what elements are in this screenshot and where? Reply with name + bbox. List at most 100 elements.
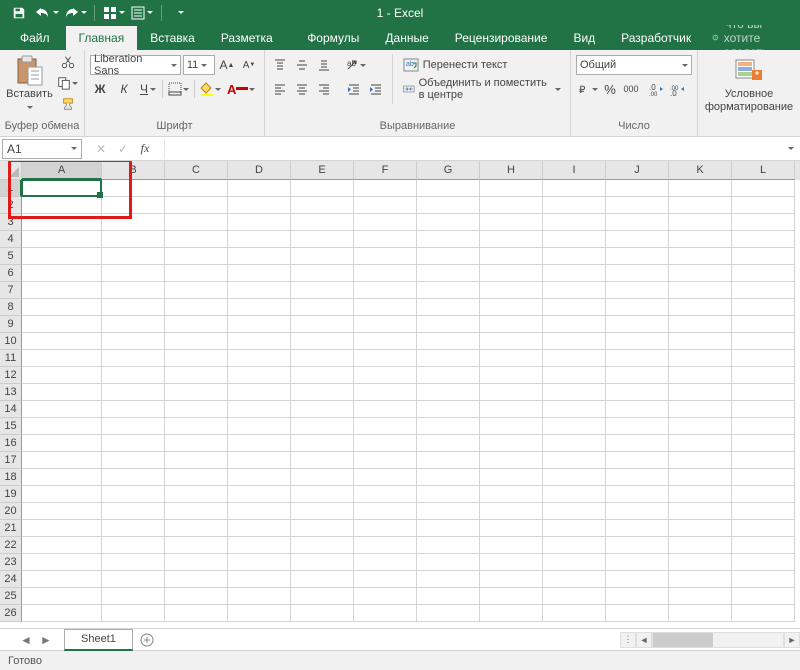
tab-formulas[interactable]: Формулы: [294, 26, 372, 50]
row-header[interactable]: 1: [0, 180, 22, 197]
qat-btn-1[interactable]: [101, 2, 127, 24]
cell[interactable]: [165, 588, 228, 605]
cell[interactable]: [228, 265, 291, 282]
cell[interactable]: [354, 435, 417, 452]
cell[interactable]: [354, 588, 417, 605]
cell[interactable]: [669, 486, 732, 503]
cell[interactable]: [543, 537, 606, 554]
select-all-corner[interactable]: [0, 161, 22, 180]
cell[interactable]: [102, 435, 165, 452]
cell[interactable]: [354, 299, 417, 316]
borders-button[interactable]: [167, 79, 190, 99]
cell[interactable]: [228, 248, 291, 265]
cell[interactable]: [291, 384, 354, 401]
qat-btn-2[interactable]: [129, 2, 155, 24]
cell[interactable]: [228, 520, 291, 537]
cell[interactable]: [291, 469, 354, 486]
fill-color-button[interactable]: [199, 79, 222, 99]
cell[interactable]: [102, 384, 165, 401]
column-header[interactable]: H: [480, 161, 543, 180]
cell[interactable]: [228, 571, 291, 588]
cell[interactable]: [291, 588, 354, 605]
cell[interactable]: [228, 486, 291, 503]
row-header[interactable]: 23: [0, 554, 22, 571]
cell[interactable]: [543, 248, 606, 265]
cell[interactable]: [669, 469, 732, 486]
cell[interactable]: [606, 282, 669, 299]
insert-function-button[interactable]: fx: [134, 139, 156, 159]
cell[interactable]: [417, 299, 480, 316]
cell[interactable]: [291, 214, 354, 231]
tab-home[interactable]: Главная: [66, 26, 138, 50]
decrease-decimal-button[interactable]: .00.0: [668, 79, 688, 99]
cell[interactable]: [165, 282, 228, 299]
font-size-combo[interactable]: 11: [183, 55, 215, 75]
cell[interactable]: [669, 231, 732, 248]
cell[interactable]: [732, 554, 795, 571]
tab-review[interactable]: Рецензирование: [442, 26, 561, 50]
cell[interactable]: [291, 486, 354, 503]
cell[interactable]: [228, 435, 291, 452]
cell[interactable]: [22, 554, 102, 571]
cell[interactable]: [22, 299, 102, 316]
cell[interactable]: [165, 248, 228, 265]
cell[interactable]: [480, 435, 543, 452]
cell[interactable]: [480, 180, 543, 197]
cell[interactable]: [480, 231, 543, 248]
cell[interactable]: [354, 197, 417, 214]
cell[interactable]: [165, 367, 228, 384]
cell[interactable]: [732, 231, 795, 248]
cell[interactable]: [732, 282, 795, 299]
cell[interactable]: [102, 316, 165, 333]
cell[interactable]: [102, 282, 165, 299]
column-header[interactable]: A: [22, 161, 102, 180]
cell[interactable]: [417, 384, 480, 401]
cell[interactable]: [669, 367, 732, 384]
cell[interactable]: [669, 299, 732, 316]
cell[interactable]: [606, 197, 669, 214]
cell[interactable]: [732, 316, 795, 333]
cell[interactable]: [606, 486, 669, 503]
cell[interactable]: [543, 197, 606, 214]
cell[interactable]: [480, 571, 543, 588]
column-header[interactable]: G: [417, 161, 480, 180]
cell[interactable]: [22, 384, 102, 401]
cell[interactable]: [669, 520, 732, 537]
cell[interactable]: [228, 316, 291, 333]
cell[interactable]: [480, 214, 543, 231]
font-color-button[interactable]: A: [226, 79, 256, 99]
cell[interactable]: [543, 214, 606, 231]
cell[interactable]: [480, 469, 543, 486]
cell[interactable]: [669, 418, 732, 435]
row-header[interactable]: 2: [0, 197, 22, 214]
cell[interactable]: [606, 333, 669, 350]
cell[interactable]: [417, 571, 480, 588]
cell[interactable]: [291, 435, 354, 452]
cell[interactable]: [669, 316, 732, 333]
cell[interactable]: [543, 316, 606, 333]
cell[interactable]: [291, 282, 354, 299]
cell[interactable]: [417, 418, 480, 435]
cell[interactable]: [669, 605, 732, 622]
row-header[interactable]: 21: [0, 520, 22, 537]
cell[interactable]: [165, 265, 228, 282]
cell[interactable]: [732, 299, 795, 316]
sheet-nav-next-button[interactable]: ►: [36, 630, 56, 650]
row-header[interactable]: 17: [0, 452, 22, 469]
cell[interactable]: [102, 588, 165, 605]
cell[interactable]: [669, 452, 732, 469]
cell[interactable]: [165, 554, 228, 571]
row-header[interactable]: 12: [0, 367, 22, 384]
cell[interactable]: [102, 418, 165, 435]
cell[interactable]: [228, 282, 291, 299]
cell[interactable]: [606, 571, 669, 588]
cell[interactable]: [354, 537, 417, 554]
sheet-nav-prev-button[interactable]: ◄: [16, 630, 36, 650]
row-header[interactable]: 14: [0, 401, 22, 418]
cell[interactable]: [22, 588, 102, 605]
cell[interactable]: [228, 537, 291, 554]
cell[interactable]: [606, 469, 669, 486]
column-header[interactable]: I: [543, 161, 606, 180]
cell[interactable]: [102, 333, 165, 350]
cell[interactable]: [417, 333, 480, 350]
